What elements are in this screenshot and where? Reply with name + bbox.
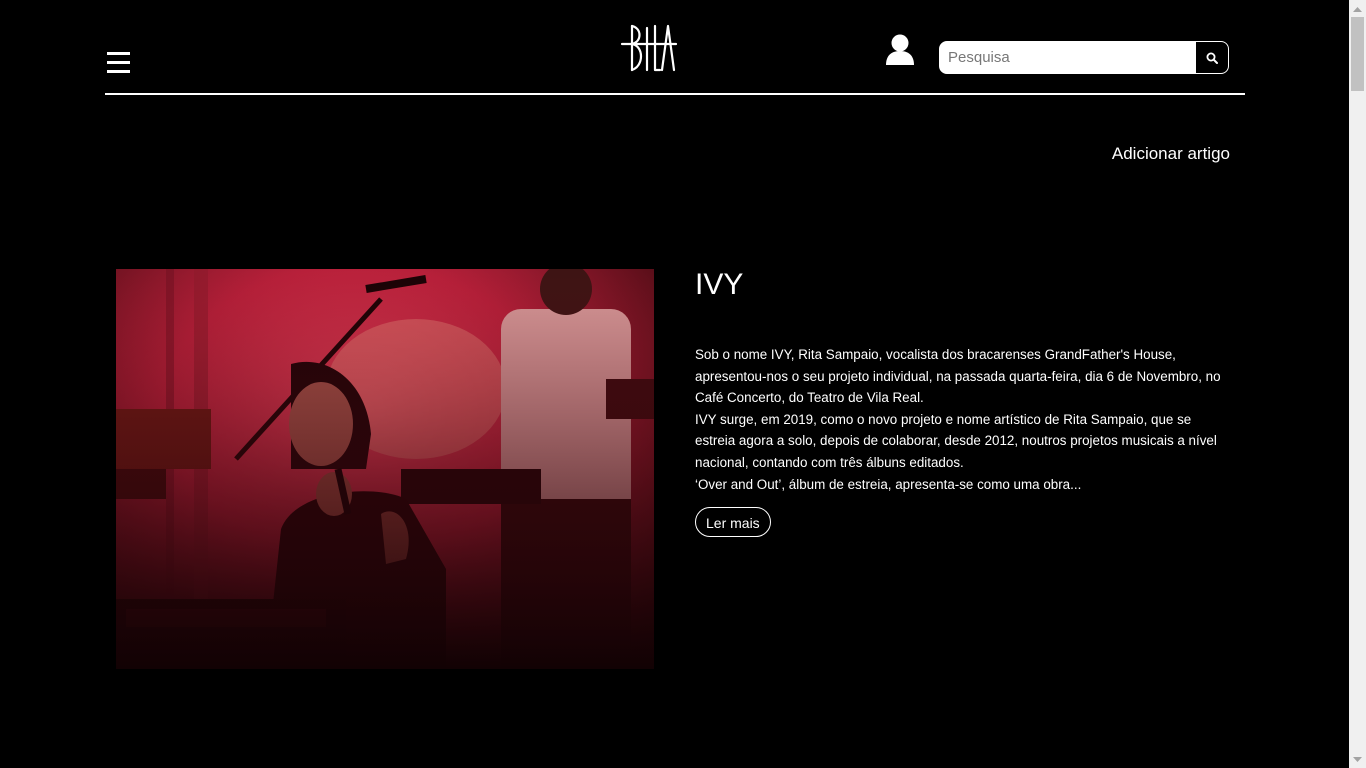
logo-mark xyxy=(620,24,678,72)
menu-bar xyxy=(107,52,130,55)
hamburger-menu-icon[interactable] xyxy=(107,52,130,74)
article-excerpt: Sob o nome IVY, Rita Sampaio, vocalista … xyxy=(695,347,1221,492)
header-divider xyxy=(105,93,1245,95)
article-image[interactable] xyxy=(116,269,654,669)
search-icon xyxy=(1206,52,1218,64)
scroll-up-arrow-icon[interactable] xyxy=(1349,0,1366,17)
scrollbar-thumb[interactable] xyxy=(1351,17,1364,91)
menu-bar xyxy=(107,70,130,73)
read-more-button[interactable]: Ler mais xyxy=(695,507,771,537)
article-title[interactable]: IVY xyxy=(695,268,743,302)
menu-bar xyxy=(107,61,130,64)
search-bar xyxy=(939,41,1229,74)
search-button[interactable] xyxy=(1196,42,1228,73)
add-article-link[interactable]: Adicionar artigo xyxy=(1112,144,1230,164)
site-logo[interactable] xyxy=(620,22,678,74)
scroll-down-arrow-icon[interactable] xyxy=(1349,751,1366,768)
search-input[interactable] xyxy=(940,42,1196,73)
page: Adicionar artigo xyxy=(0,0,1366,768)
vertical-scrollbar[interactable] xyxy=(1349,0,1366,768)
user-icon[interactable] xyxy=(885,33,915,65)
